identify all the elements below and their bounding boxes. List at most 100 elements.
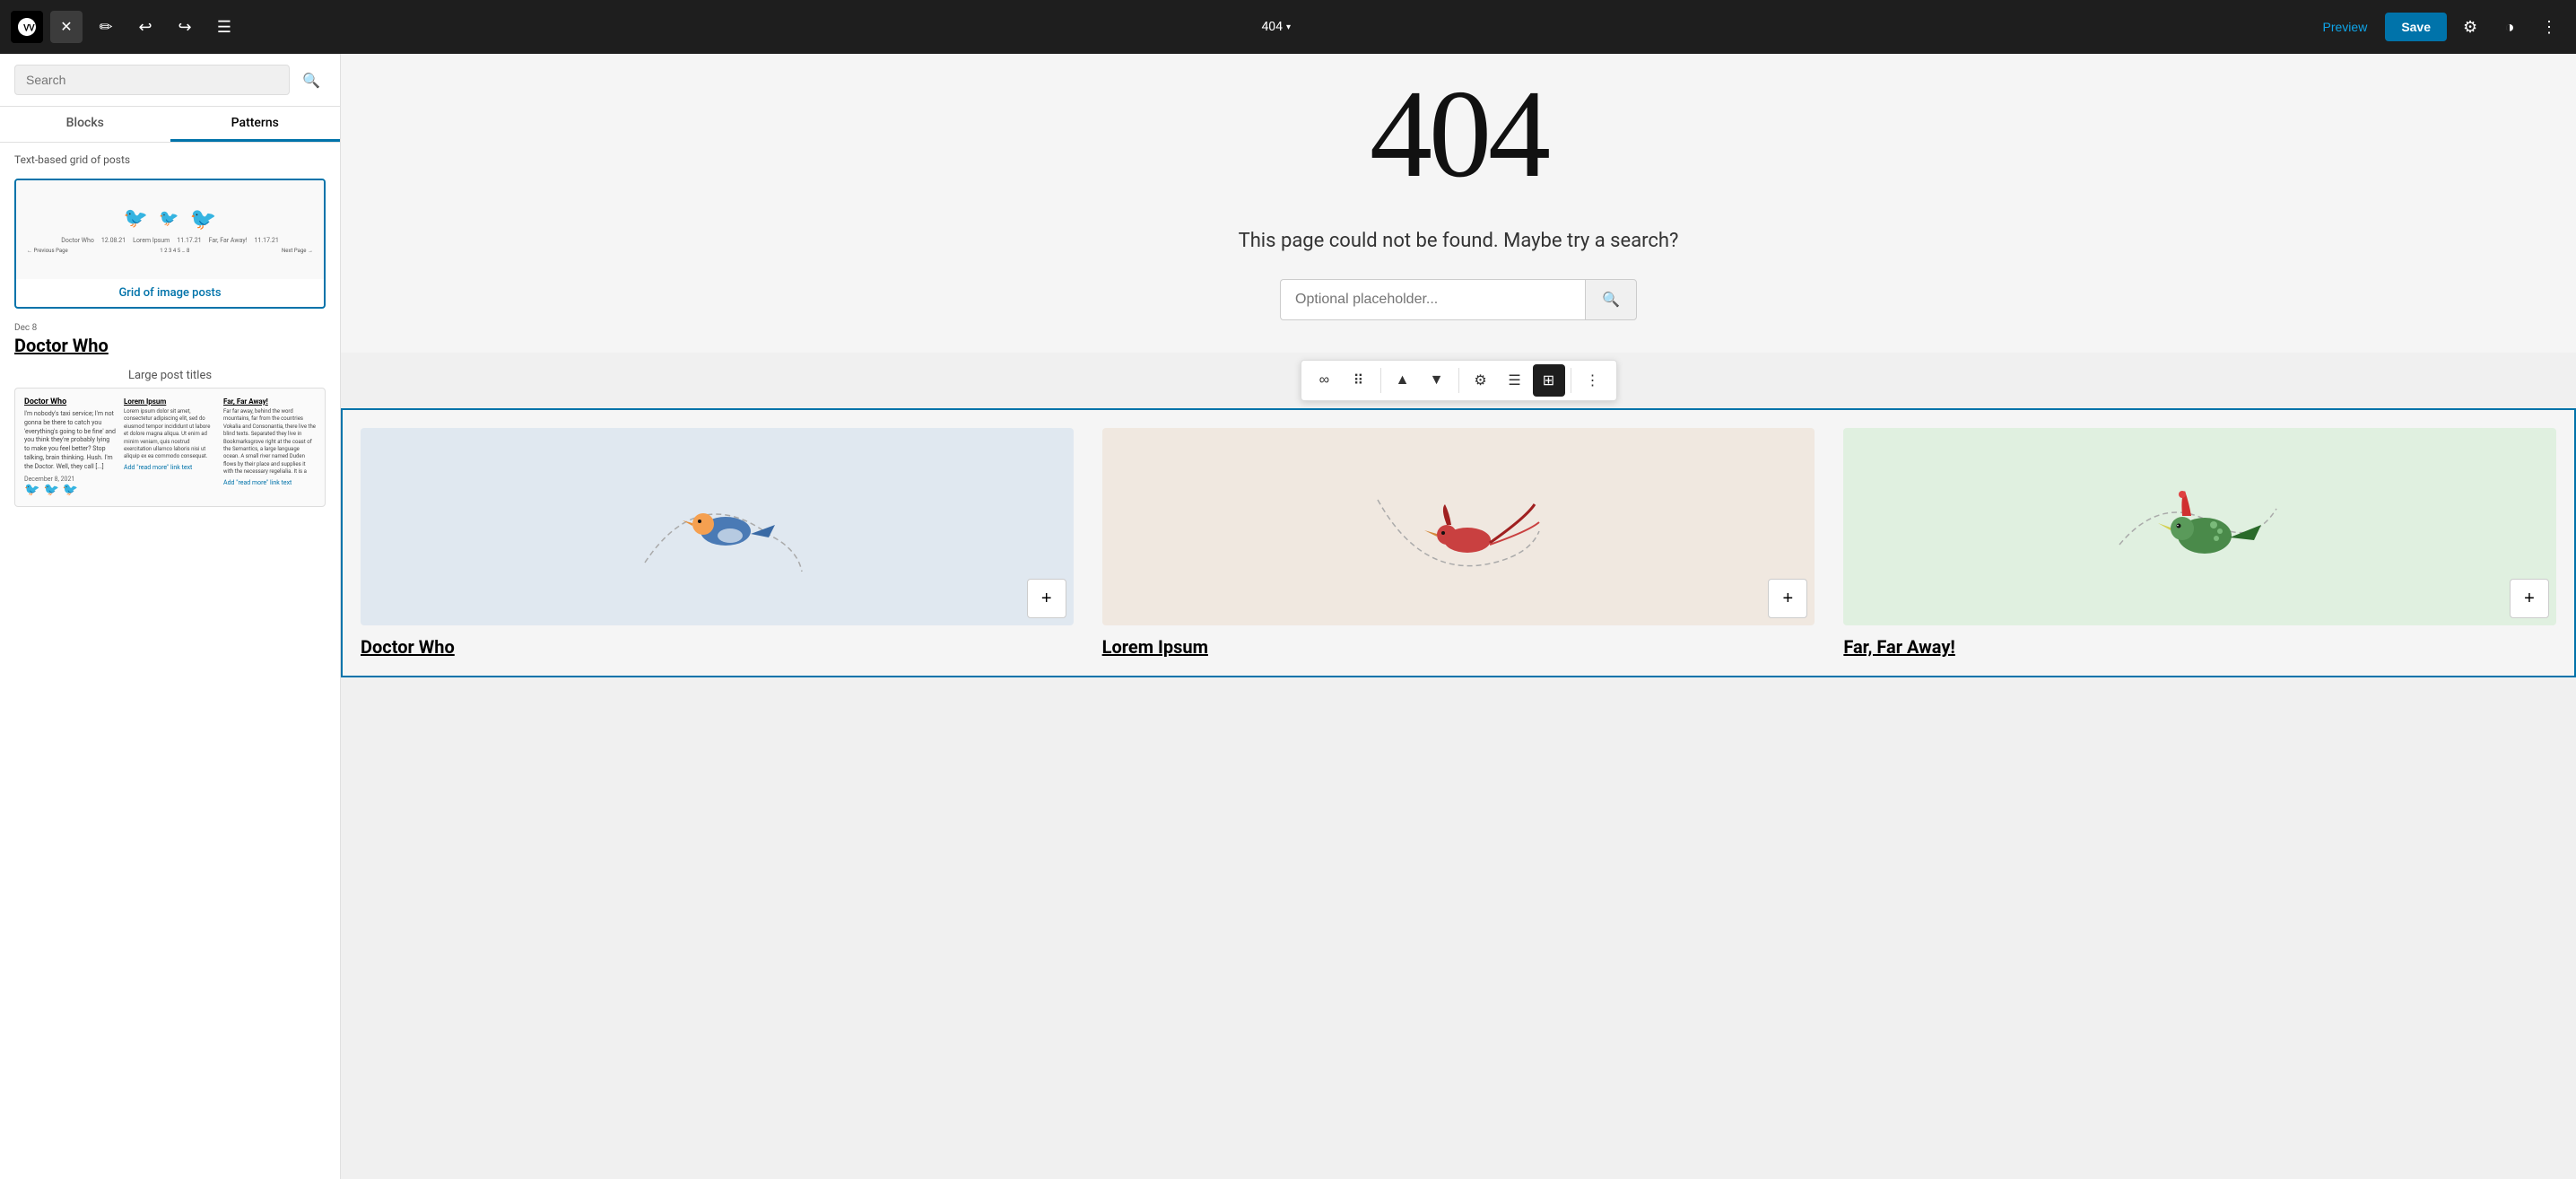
post-item-2: + Lorem Ipsum	[1102, 428, 1815, 658]
blue-bird-svg	[627, 455, 806, 598]
search-input[interactable]	[14, 65, 290, 95]
post-image-1: +	[361, 428, 1074, 625]
label-date-1: 12.08.21	[101, 237, 126, 244]
preview-button[interactable]: Preview	[2312, 14, 2379, 39]
post-image-2: +	[1102, 428, 1815, 625]
post3-title: Far, Far Away!	[223, 397, 316, 406]
post-col-3: Far, Far Away! Far far away, behind the …	[223, 397, 316, 497]
page-selector[interactable]: 404 ▾	[1261, 20, 1291, 34]
sidebar-search-area: 🔍	[0, 54, 340, 107]
topbar-right: Preview Save ⚙ ◑ ⋮	[2312, 11, 2566, 43]
toolbar-divider-2	[1458, 368, 1459, 393]
page-label: 404	[1261, 20, 1283, 34]
small-bird-3: 🐦	[63, 483, 78, 497]
tab-patterns[interactable]: Patterns	[170, 107, 341, 142]
post2-body: Lorem ipsum dolor sit amet, consectetur …	[124, 408, 216, 461]
wordpress-icon	[16, 16, 38, 38]
small-bird-1: 🐦	[24, 483, 39, 497]
close-button[interactable]: ✕	[50, 11, 83, 43]
post3-add-link[interactable]: Add "read more" link text	[223, 479, 316, 486]
grid-of-image-posts-card[interactable]: 🐦 🐦 🐦 Doctor Who 12.08.21 Lorem Ipsum 11…	[14, 179, 326, 309]
toolbar-move-down-button[interactable]: ▼	[1421, 364, 1453, 397]
more-options-button[interactable]: ⋮	[2533, 11, 2565, 43]
post-2-title[interactable]: Lorem Ipsum	[1102, 636, 1815, 658]
not-found-section: This page could not be found. Maybe try …	[341, 197, 2576, 353]
settings-button[interactable]: ⚙	[2454, 11, 2486, 43]
editor-area: 404 This page could not be found. Maybe …	[341, 54, 2576, 1179]
large-post-section: Dec 8 Doctor Who Large post titles Docto…	[0, 316, 340, 514]
page-numbers: 1 2 3 4 5 … 8	[160, 248, 189, 254]
post2-title: Lorem Ipsum	[124, 397, 216, 406]
post1-date: December 8, 2021	[24, 476, 117, 483]
topbar: ✕ ✏ ↩ ↪ ☰ 404 ▾ Preview Save ⚙ ◑ ⋮	[0, 0, 2576, 54]
post1-body: I'm nobody's taxi service; I'm not gonna…	[24, 410, 117, 472]
posts-grid: + Doctor Who	[361, 428, 2556, 658]
label-far-away: Far, Far Away!	[209, 237, 248, 244]
preview-birds: 🐦 🐦 🐦	[124, 206, 217, 231]
post-col-1: Doctor Who I'm nobody's taxi service; I'…	[24, 397, 117, 497]
post-3-add-button[interactable]: +	[2510, 579, 2549, 618]
wp-logo	[11, 11, 43, 43]
large-post-preview: Doctor Who I'm nobody's taxi service; I'…	[14, 388, 326, 507]
toolbar-grid-button[interactable]: ⊞	[1533, 364, 1565, 397]
red-bird-svg	[1369, 455, 1548, 598]
post1-images: 🐦 🐦 🐦	[24, 483, 117, 497]
page-search-button[interactable]: 🔍	[1585, 279, 1637, 320]
preview-labels: Doctor Who 12.08.21 Lorem Ipsum 11.17.21…	[61, 237, 279, 244]
chevron-down-icon: ▾	[1286, 22, 1291, 32]
toolbar-settings-button[interactable]: ⚙	[1465, 364, 1497, 397]
bird-icon-1: 🐦	[124, 207, 148, 230]
large-post-title: Doctor Who	[14, 335, 326, 356]
post-2-add-button[interactable]: +	[1768, 579, 1807, 618]
pattern-card-preview: 🐦 🐦 🐦 Doctor Who 12.08.21 Lorem Ipsum 11…	[16, 180, 324, 279]
post-1-title[interactable]: Doctor Who	[361, 636, 1074, 658]
label-date-3: 11.17.21	[254, 237, 278, 244]
toolbar-drag-button[interactable]: ⠿	[1343, 364, 1375, 397]
label-date-2: 11.17.21	[177, 237, 201, 244]
green-bird-svg	[2110, 455, 2290, 598]
grid-of-image-posts-label: Grid of image posts	[16, 279, 324, 307]
label-lorem: Lorem Ipsum	[133, 237, 170, 244]
404-header: 404	[341, 54, 2576, 197]
post2-add-link[interactable]: Add "read more" link text	[124, 464, 216, 471]
preview-pagination: ← Previous Page 1 2 3 4 5 … 8 Next Page …	[23, 244, 317, 254]
post-col-2: Lorem Ipsum Lorem ipsum dolor sit amet, …	[124, 397, 216, 497]
post-1-add-button[interactable]: +	[1027, 579, 1066, 618]
bird-icon-3: 🐦	[189, 206, 216, 231]
list-view-button[interactable]: ☰	[208, 11, 240, 43]
not-found-message: This page could not be found. Maybe try …	[341, 212, 2576, 270]
large-post-date: Dec 8	[14, 323, 326, 333]
toolbar-move-up-button[interactable]: ▲	[1387, 364, 1419, 397]
small-bird-2: 🐦	[43, 483, 58, 497]
undo-button[interactable]: ↩	[129, 11, 161, 43]
toolbar-align-button[interactable]: ☰	[1499, 364, 1531, 397]
redo-button[interactable]: ↪	[169, 11, 201, 43]
post1-title: Doctor Who	[24, 397, 117, 406]
page-search-input[interactable]	[1280, 279, 1585, 320]
contrast-button[interactable]: ◑	[2493, 11, 2526, 43]
bird-icon-2: 🐦	[159, 209, 178, 228]
large-post-titles-label: Large post titles	[14, 363, 326, 388]
post-3-title[interactable]: Far, Far Away!	[1843, 636, 2556, 658]
main-layout: 🔍 Blocks Patterns Text-based grid of pos…	[0, 54, 2576, 1179]
post3-body: Far far away, behind the word mountains,…	[223, 408, 316, 476]
text-based-grid-label: Text-based grid of posts	[0, 143, 340, 171]
post-item-3: + Far, Far Away!	[1843, 428, 2556, 658]
sidebar-tabs: Blocks Patterns	[0, 107, 340, 143]
search-bar-area: 🔍	[341, 270, 2576, 338]
post-image-3: +	[1843, 428, 2556, 625]
posts-grid-section: + Doctor Who	[341, 408, 2576, 677]
search-icon[interactable]: 🔍	[297, 66, 326, 94]
sidebar-content: Text-based grid of posts 🐦 🐦 🐦 Doctor Wh…	[0, 143, 340, 1179]
toolbar-divider-1	[1380, 368, 1381, 393]
edit-icon-button[interactable]: ✏	[90, 11, 122, 43]
prev-page-label: ← Previous Page	[27, 248, 68, 254]
toolbar-infinity-button[interactable]: ∞	[1309, 364, 1341, 397]
save-button[interactable]: Save	[2385, 13, 2447, 41]
label-doctor-who: Doctor Who	[61, 237, 94, 244]
toolbar-more-button[interactable]: ⋮	[1577, 364, 1609, 397]
tab-blocks[interactable]: Blocks	[0, 107, 170, 142]
post-item-1: + Doctor Who	[361, 428, 1074, 658]
next-page-label: Next Page →	[282, 248, 313, 254]
sidebar: 🔍 Blocks Patterns Text-based grid of pos…	[0, 54, 341, 1179]
